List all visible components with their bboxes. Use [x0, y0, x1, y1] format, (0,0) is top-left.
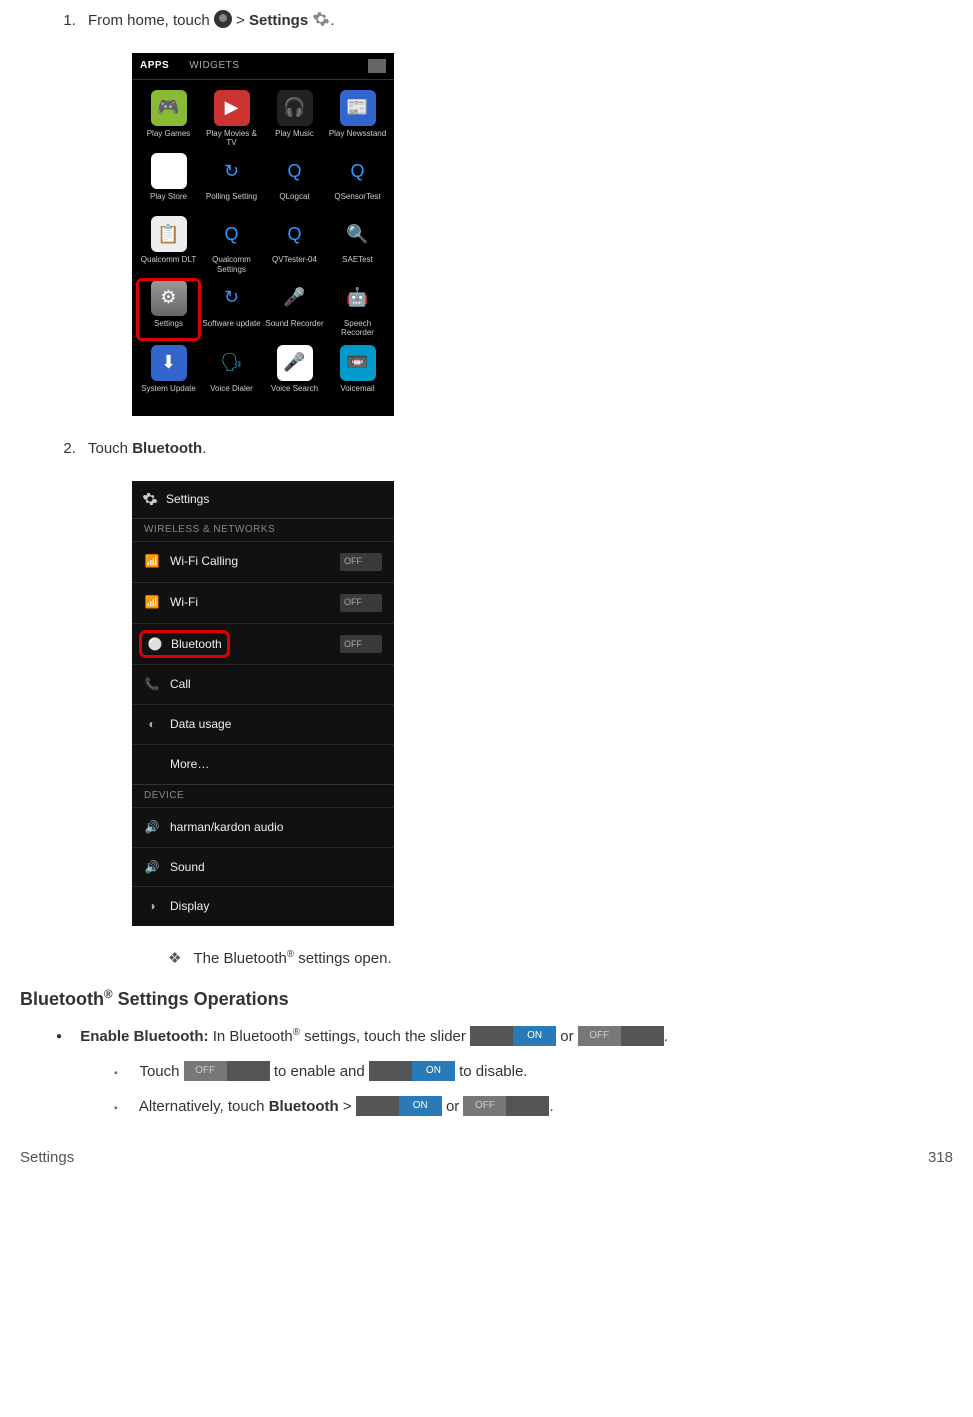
row-hk-audio: 🔊harman/kardon audio [132, 807, 394, 847]
toggle-off-icon: OFF [184, 1061, 270, 1081]
page-footer: Settings 318 [20, 1147, 953, 1168]
step1-period: . [330, 12, 334, 29]
step1-text: From home, touch [88, 12, 214, 29]
app-system-update: ⬇System Update [138, 345, 199, 402]
app-polling: ↻Polling Setting [201, 153, 262, 210]
note-list: The Bluetooth® settings open. [88, 948, 953, 969]
wifi-icon: 📶 [144, 553, 160, 570]
app-qdlt: 📋Qualcomm DLT [138, 216, 199, 273]
app-qvtester: QQVTester-04 [264, 216, 325, 273]
app-play-games: 🎮Play Games [138, 90, 199, 147]
app-play-music: 🎧Play Music [264, 90, 325, 147]
toggle-on-icon: ON [470, 1026, 556, 1046]
toggle-off-icon: OFF [463, 1096, 549, 1116]
step2-period: . [202, 440, 206, 457]
app-speech-recorder: 🤖Speech Recorder [327, 280, 388, 339]
app-voicemail: 📼Voicemail [327, 345, 388, 402]
tab-widgets: WIDGETS [189, 59, 239, 73]
settings-screenshot: Settings WIRELESS & NETWORKS 📶Wi-Fi Call… [132, 481, 953, 926]
gear-icon [312, 10, 330, 28]
section-device: DEVICE [132, 784, 394, 807]
apps-grid: 🎮Play Games ▶Play Movies & TV 🎧Play Musi… [132, 80, 394, 416]
square-touch-toggle: Touch OFF to enable and ON to disable. [114, 1061, 953, 1082]
footer-page-number: 318 [928, 1147, 953, 1168]
apps-screenshot: APPS WIDGETS 🎮Play Games ▶Play Movies & … [132, 53, 953, 416]
app-software-update: ↻Software update [201, 280, 262, 339]
square-alternatively: Alternatively, touch Bluetooth > ON or O… [114, 1096, 953, 1117]
app-voice-search: 🎤Voice Search [264, 345, 325, 402]
settings-title: Settings [166, 491, 209, 508]
shop-icon [368, 59, 386, 73]
toggle-on-icon: ON [369, 1061, 455, 1081]
speaker-icon: 🔊 [144, 819, 160, 836]
display-icon: ◑ [144, 898, 160, 915]
step2-prefix: Touch [88, 440, 132, 457]
app-sound-recorder: 🎤Sound Recorder [264, 280, 325, 339]
gear-icon [142, 491, 158, 507]
speaker-icon: 🔊 [144, 859, 160, 876]
toggle-off: OFF [340, 635, 382, 653]
app-qsensor: QQSensorTest [327, 153, 388, 210]
wifi-icon: 📶 [144, 594, 160, 611]
step1-gt: > [232, 12, 249, 29]
row-more: More… [132, 744, 394, 784]
toggle-off-icon: OFF [578, 1026, 664, 1046]
app-settings-highlighted: ⚙Settings [138, 280, 199, 339]
section-wireless: WIRELESS & NETWORKS [132, 518, 394, 541]
bullet-list: Enable Bluetooth: In Bluetooth® settings… [20, 1026, 953, 1117]
app-qsettings: QQualcomm Settings [201, 216, 262, 273]
settings-header: Settings [132, 481, 394, 518]
step1-settings: Settings [249, 12, 308, 29]
row-sound: 🔊Sound [132, 847, 394, 887]
toggle-off: OFF [340, 553, 382, 571]
note-bluetooth-open: The Bluetooth® settings open. [168, 948, 953, 969]
app-qlogcat: QQLogcat [264, 153, 325, 210]
app-play-newsstand: 📰Play Newsstand [327, 90, 388, 147]
instruction-list: From home, touch > Settings . APPS WIDGE… [20, 10, 953, 969]
toggle-off: OFF [340, 594, 382, 612]
step-2: Touch Bluetooth. Settings WIRELESS & NET… [80, 438, 953, 969]
row-wifi-calling: 📶Wi-Fi CallingOFF [132, 541, 394, 582]
bullet-enable-bluetooth: Enable Bluetooth: In Bluetooth® settings… [56, 1026, 953, 1117]
app-play-movies: ▶Play Movies & TV [201, 90, 262, 147]
bluetooth-icon: ⚪ [147, 636, 163, 653]
phone-icon: 📞 [144, 676, 160, 693]
toggle-on-icon: ON [356, 1096, 442, 1116]
step-1: From home, touch > Settings . APPS WIDGE… [80, 10, 953, 416]
app-voice-dialer: 🗣Voice Dialer [201, 345, 262, 402]
row-call: 📞Call [132, 664, 394, 704]
section-heading: Bluetooth® Settings Operations [20, 987, 953, 1012]
row-data-usage: ◐Data usage [132, 704, 394, 744]
data-icon: ◐ [144, 716, 160, 733]
tab-apps: APPS [140, 59, 169, 73]
row-wifi: 📶Wi-FiOFF [132, 582, 394, 623]
apps-tabs: APPS WIDGETS [132, 53, 394, 80]
app-play-store: ▶Play Store [138, 153, 199, 210]
row-bluetooth-highlighted: ⚪BluetoothOFF [132, 623, 394, 665]
square-list: Touch OFF to enable and ON to disable. A… [56, 1061, 953, 1117]
app-saetest: 🔍SAETest [327, 216, 388, 273]
footer-left: Settings [20, 1147, 74, 1168]
step2-bt: Bluetooth [132, 440, 202, 457]
apps-icon [214, 10, 232, 28]
row-display: ◑Display [132, 886, 394, 926]
